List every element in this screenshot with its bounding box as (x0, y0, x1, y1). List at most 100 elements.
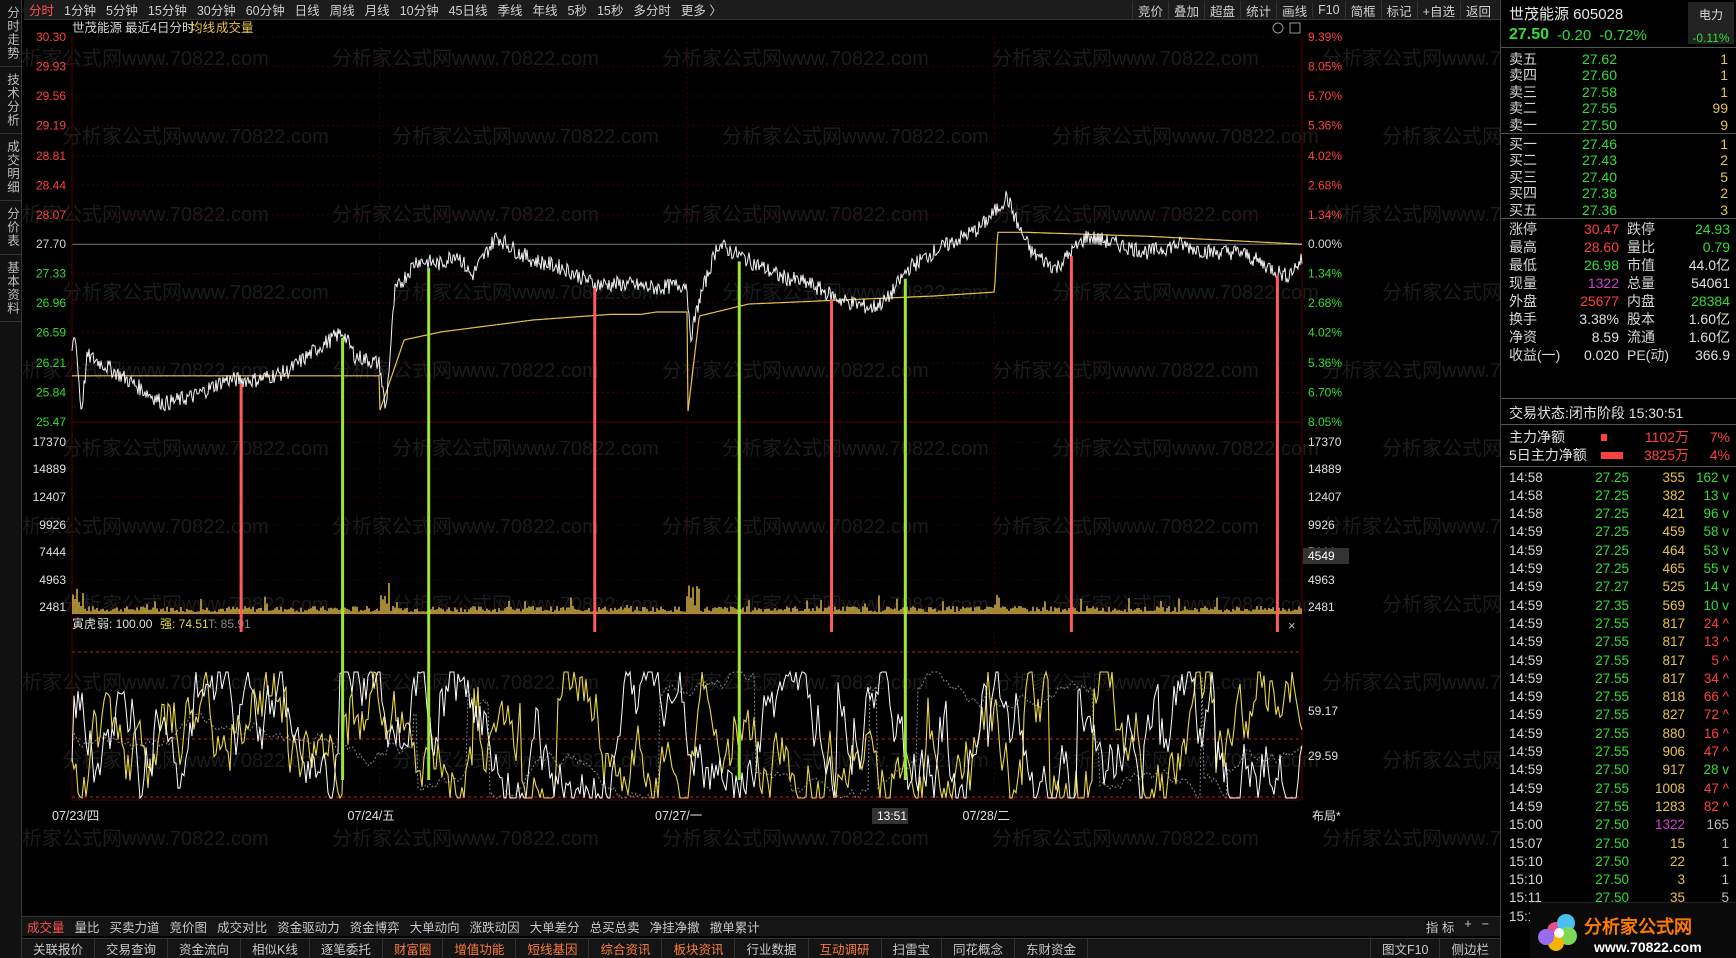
indicator-control-1[interactable]: + (1459, 917, 1476, 936)
toolbar-action-3[interactable]: 统计 (1240, 0, 1276, 20)
toolbar-action-0[interactable]: 竞价 (1132, 0, 1168, 20)
timeframe-7[interactable]: 周线 (325, 0, 360, 19)
timeframe-8[interactable]: 月线 (360, 0, 395, 19)
tick-count: 96 v (1703, 506, 1729, 522)
indicator-tick-label: 29.59 (1308, 749, 1338, 763)
trading-app: 分时走势 技术分析 成交明细 分价表 基本资料 分时 1分钟 5分钟 15分钟 30分钟 60分钟… (0, 0, 1736, 958)
timeframe-6[interactable]: 日线 (290, 0, 325, 19)
indicator-tab-7[interactable]: 大单动向 (405, 917, 465, 936)
stat-value: 44.0亿 (1688, 257, 1730, 273)
indicator-tab-1[interactable]: 量比 (70, 917, 105, 936)
price-tick-label: 28.44 (36, 178, 66, 192)
indicator-tab-2[interactable]: 买卖力道 (105, 917, 165, 936)
stat-label: 股本 (1627, 311, 1655, 327)
footer-tab-5[interactable]: 财富圈 (383, 939, 444, 958)
side-tab-3[interactable]: 分价表 (0, 201, 22, 255)
indicator-control-2[interactable]: − (1477, 917, 1494, 936)
toolbar-action-1[interactable]: 叠加 (1168, 0, 1204, 20)
watermark-text: 分析家公式网www.70822.com (662, 827, 929, 850)
footer-tab-0[interactable]: 关联报价 (22, 939, 96, 958)
ask-row-4[interactable]: 卖一 27.50 9 (1509, 116, 1728, 134)
indicator-control-0[interactable]: 指 标 (1421, 917, 1459, 936)
indicator-tab-10[interactable]: 总买总卖 (585, 917, 645, 936)
toolbar-action-7[interactable]: 标记 (1380, 0, 1417, 20)
footer-tab-12[interactable]: 扫雷宝 (882, 939, 943, 958)
bid-row-4[interactable]: 买五 27.36 3 (1509, 201, 1728, 219)
side-tab-2[interactable]: 成交明细 (0, 134, 22, 201)
toolbar-action-8[interactable]: +自选 (1416, 0, 1460, 20)
timeframe-10[interactable]: 45日线 (444, 0, 493, 19)
footer-tab-14[interactable]: 东财资金 (1015, 939, 1089, 958)
tick-count: 13 ^ (1703, 634, 1729, 650)
toolbar-action-9[interactable]: 返回 (1459, 0, 1496, 20)
footer-right-0[interactable]: 图文F10 (1369, 939, 1440, 958)
timeframe-3[interactable]: 15分钟 (143, 0, 192, 19)
tick-price: 27.55 (1595, 780, 1629, 796)
chart-area[interactable]: 分析家公式网www.70822.com 分析家公式网www.70822.com 分析… (22, 20, 1500, 916)
timeframe-14[interactable]: 15秒 (592, 0, 628, 19)
timeframe-9[interactable]: 10分钟 (395, 0, 444, 19)
timeframe-12[interactable]: 年线 (528, 0, 563, 19)
indicator-tab-6[interactable]: 资金博弈 (345, 917, 405, 936)
footer-right-1[interactable]: 侧边栏 (1439, 939, 1500, 958)
tick-price: 27.25 (1595, 561, 1629, 576)
timeframe-16[interactable]: 更多 〉 (676, 0, 727, 19)
footer-tab-8[interactable]: 综合资讯 (589, 939, 663, 958)
bid-label: 买五 (1509, 201, 1537, 218)
timeframe-0[interactable]: 分时 (24, 0, 59, 19)
side-tab-0[interactable]: 分时走势 (0, 0, 22, 67)
header-period: 最近4日分时 (125, 21, 195, 35)
timeframe-5[interactable]: 60分钟 (241, 0, 290, 19)
chart-header: 世茂能源 最近4日分时均线 成交量 (72, 20, 1301, 35)
toolbar-action-2[interactable]: 超盘 (1204, 0, 1240, 20)
indicator-tab-5[interactable]: 资金驱动力 (272, 917, 345, 936)
timeframe-15[interactable]: 多分时 (628, 0, 676, 19)
footer-tab-1[interactable]: 交易查询 (95, 939, 169, 958)
watermark-text: 分析家公式网www.70822.com (62, 125, 329, 148)
main5-net-value: 3825万 (1643, 447, 1689, 463)
ask-volume: 1 (1720, 51, 1728, 67)
timeframe-4[interactable]: 30分钟 (192, 0, 241, 19)
indicator-tab-9[interactable]: 大单差分 (525, 917, 585, 936)
footer-tab-9[interactable]: 板块资讯 (662, 939, 736, 958)
watermark-text: 分析家公式网www.70822.com (1382, 125, 1500, 148)
side-tab-1[interactable]: 技术分析 (0, 67, 22, 134)
tick-time: 14:59 (1509, 615, 1543, 631)
indicator-tab-0[interactable]: 成交量 (22, 917, 70, 936)
indicator-tab-11[interactable]: 净挂净撤 (645, 917, 705, 936)
footer-tab-10[interactable]: 行业数据 (735, 939, 809, 958)
timeframe-2[interactable]: 5分钟 (101, 0, 143, 19)
timeframe-11[interactable]: 季线 (493, 0, 528, 19)
indicator-tab-12[interactable]: 撤单累计 (705, 917, 765, 936)
indicator-tab-4[interactable]: 成交对比 (212, 917, 272, 936)
toolbar-action-5[interactable]: F10 (1312, 3, 1345, 17)
close-indicator-icon[interactable]: × (1288, 618, 1296, 633)
bid-price: 27.36 (1581, 201, 1617, 218)
stat-value: 0.79 (1702, 239, 1730, 255)
footer-tab-11[interactable]: 互动调研 (809, 939, 882, 958)
zoom-icon[interactable] (1272, 22, 1284, 34)
indicator-tab-8[interactable]: 涨跌动因 (465, 917, 525, 936)
side-tab-4[interactable]: 基本资料 (0, 255, 22, 322)
indicator-tab-3[interactable]: 竞价图 (165, 917, 213, 936)
maximize-icon[interactable] (1289, 22, 1301, 34)
tick-volume: 464 (1662, 542, 1685, 558)
tick-row-22: 15:10 27.50 3 1 (1509, 871, 1729, 889)
toolbar-action-6[interactable]: 简框 (1344, 0, 1381, 20)
footer-tab-3[interactable]: 相似K线 (241, 939, 310, 958)
footer-tab-6[interactable]: 增值功能 (443, 939, 517, 958)
footer-tab-7[interactable]: 短线基因 (516, 939, 590, 958)
price-tick-label: 26.96 (36, 296, 66, 310)
timeframe-13[interactable]: 5秒 (563, 0, 592, 19)
tick-volume: 1008 (1654, 780, 1685, 796)
layout-button[interactable]: 布局* (1312, 809, 1341, 823)
toolbar-action-4[interactable]: 画线 (1276, 0, 1312, 20)
footer-tab-4[interactable]: 逐笔委托 (310, 939, 383, 958)
watermark-text: 分析家公式网www.70822.com (1322, 359, 1500, 382)
tick-time: 14:59 (1509, 652, 1543, 668)
indicator-tab-controls: 指 标 + − (1421, 917, 1494, 936)
brand-url: www.70822.com (1593, 939, 1702, 955)
footer-tab-13[interactable]: 同花概念 (942, 939, 1016, 958)
timeframe-1[interactable]: 1分钟 (59, 0, 101, 19)
footer-tab-2[interactable]: 资金流向 (168, 939, 242, 958)
